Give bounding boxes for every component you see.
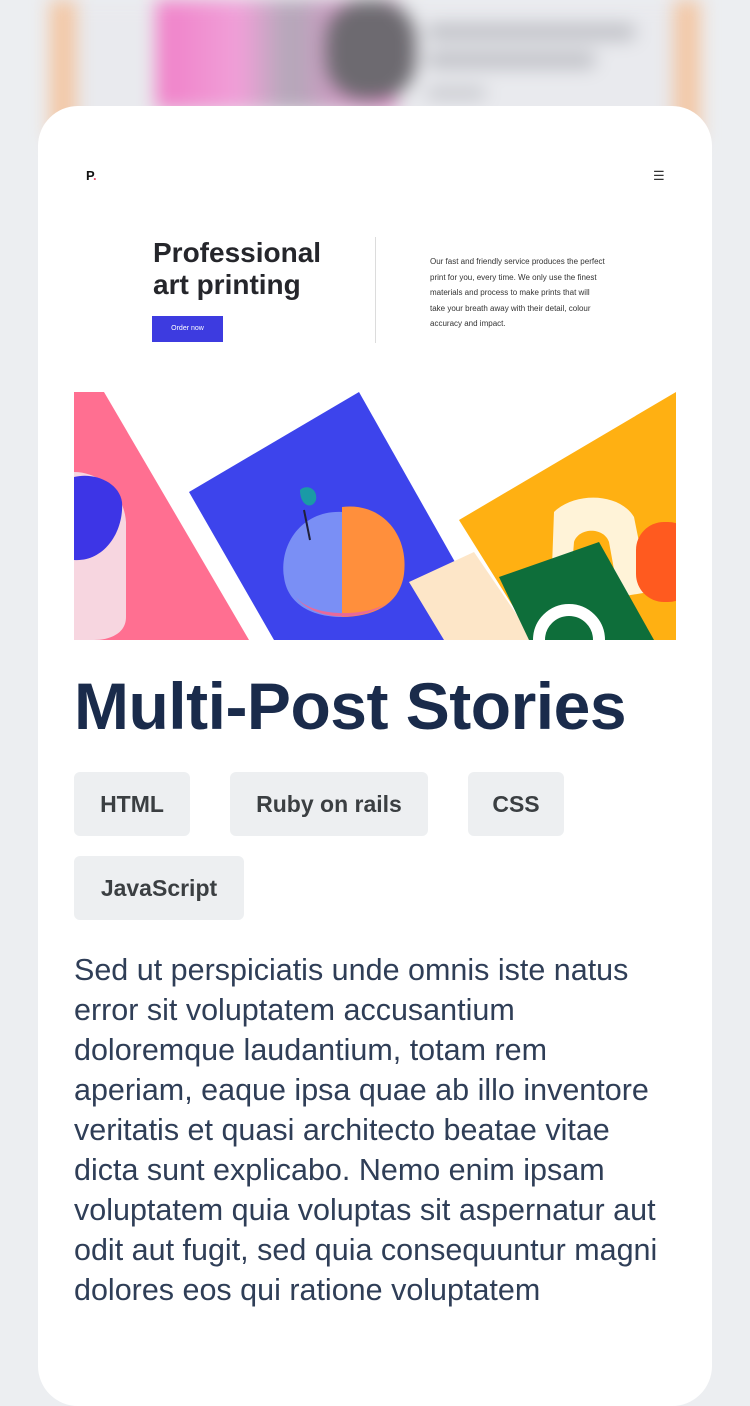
post-title: Multi-Post Stories bbox=[74, 669, 627, 743]
preview-artwork-banner bbox=[74, 392, 676, 640]
post-body-text: Sed ut perspiciatis unde omnis iste natu… bbox=[74, 953, 658, 1307]
preview-headline: Professional art printing bbox=[153, 237, 322, 300]
preview-logo: P. bbox=[86, 168, 97, 183]
tag-ruby-on-rails[interactable]: Ruby on rails bbox=[230, 772, 428, 836]
tag-html[interactable]: HTML bbox=[74, 772, 190, 836]
background-text-line bbox=[426, 52, 596, 68]
post-preview-image: P. ☰ Professional art printing Order now… bbox=[74, 142, 676, 640]
preview-logo-letter: P bbox=[86, 168, 93, 183]
preview-logo-dot: . bbox=[93, 168, 97, 183]
background-text-line bbox=[426, 24, 636, 40]
post-card: P. ☰ Professional art printing Order now… bbox=[38, 106, 712, 1406]
art-orange-cylinder bbox=[636, 522, 676, 602]
preview-divider bbox=[375, 237, 376, 343]
background-text-line bbox=[426, 88, 486, 98]
preview-description: Our fast and friendly service produces t… bbox=[430, 257, 605, 328]
hamburger-menu-icon: ☰ bbox=[653, 168, 665, 183]
preview-order-button: Order now bbox=[152, 316, 223, 342]
tag-javascript[interactable]: JavaScript bbox=[74, 856, 244, 920]
tag-css[interactable]: CSS bbox=[468, 772, 564, 836]
background-thumbnail bbox=[156, 0, 416, 110]
background-thumbnail-figure bbox=[326, 0, 416, 100]
